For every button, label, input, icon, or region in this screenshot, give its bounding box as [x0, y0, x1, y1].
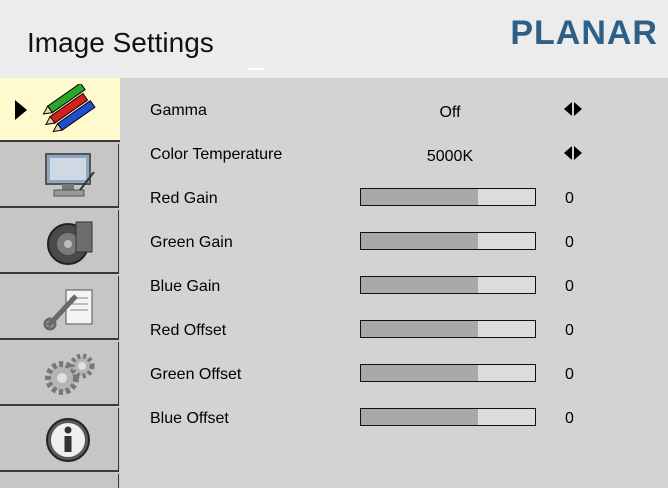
tab-audio[interactable] — [0, 210, 119, 274]
setting-value: 0 — [565, 190, 574, 207]
setting-value: Off — [439, 104, 461, 121]
slider-fill — [361, 189, 478, 205]
setting-row-blue-gain[interactable]: Blue Gain 0 — [120, 274, 668, 304]
header-divider — [248, 68, 264, 70]
tools-icon — [43, 289, 93, 331]
left-right-arrows-icon[interactable] — [563, 101, 583, 117]
slider-fill — [361, 409, 478, 425]
sidebar-spacer — [0, 474, 119, 488]
header-bar: Image Settings PLANAR — [0, 0, 668, 79]
slider-track[interactable] — [360, 408, 536, 426]
setting-label: Green Offset — [150, 366, 242, 383]
setting-value: 0 — [565, 366, 574, 383]
slider-track[interactable] — [360, 188, 536, 206]
slider-fill — [361, 277, 478, 293]
setting-label: Red Gain — [150, 190, 218, 207]
left-right-arrows-icon[interactable] — [563, 145, 583, 161]
setting-row-red-offset[interactable]: Red Offset 0 — [120, 318, 668, 348]
tab-display[interactable] — [0, 144, 119, 208]
setting-value: 5000K — [426, 148, 474, 165]
setting-value: 0 — [565, 234, 574, 251]
setting-value: 0 — [565, 322, 574, 339]
setting-label: Blue Offset — [150, 410, 229, 427]
speaker-icon — [47, 221, 93, 265]
setting-row-green-offset[interactable]: Green Offset 0 — [120, 362, 668, 392]
setting-row-gamma[interactable]: Gamma Off — [120, 98, 668, 128]
slider-track[interactable] — [360, 364, 536, 382]
setting-label: Blue Gain — [150, 278, 221, 295]
setting-label: Gamma — [150, 102, 207, 119]
tab-info[interactable] — [0, 408, 119, 472]
tab-tools[interactable] — [0, 276, 119, 340]
setting-row-blue-offset[interactable]: Blue Offset 0 — [120, 406, 668, 436]
osd-window: Image Settings PLANAR Gamma Off Color Te… — [0, 0, 668, 488]
setting-label: Green Gain — [150, 234, 233, 251]
page-title: Image Settings — [27, 27, 214, 58]
color-pencils-icon — [42, 84, 96, 133]
selected-arrow-icon — [15, 100, 27, 120]
setting-value: 0 — [565, 410, 574, 427]
brand-logo: PLANAR — [510, 14, 658, 52]
gears-icon — [45, 353, 95, 395]
sidebar — [0, 78, 120, 488]
settings-panel: Gamma Off Color Temperature 5000K Red Ga… — [120, 78, 668, 488]
setting-row-red-gain[interactable]: Red Gain 0 — [120, 186, 668, 216]
slider-track[interactable] — [360, 276, 536, 294]
tab-advanced[interactable] — [0, 342, 119, 406]
slider-fill — [361, 233, 478, 249]
display-settings-icon — [45, 153, 95, 197]
setting-value: 0 — [565, 278, 574, 295]
tab-image[interactable] — [0, 78, 120, 142]
setting-row-green-gain[interactable]: Green Gain 0 — [120, 230, 668, 260]
setting-label: Color Temperature — [150, 146, 283, 163]
info-icon — [46, 418, 90, 462]
slider-fill — [361, 365, 478, 381]
slider-track[interactable] — [360, 232, 536, 250]
setting-row-color-temperature[interactable]: Color Temperature 5000K — [120, 142, 668, 172]
setting-label: Red Offset — [150, 322, 227, 339]
slider-track[interactable] — [360, 320, 536, 338]
slider-fill — [361, 321, 478, 337]
